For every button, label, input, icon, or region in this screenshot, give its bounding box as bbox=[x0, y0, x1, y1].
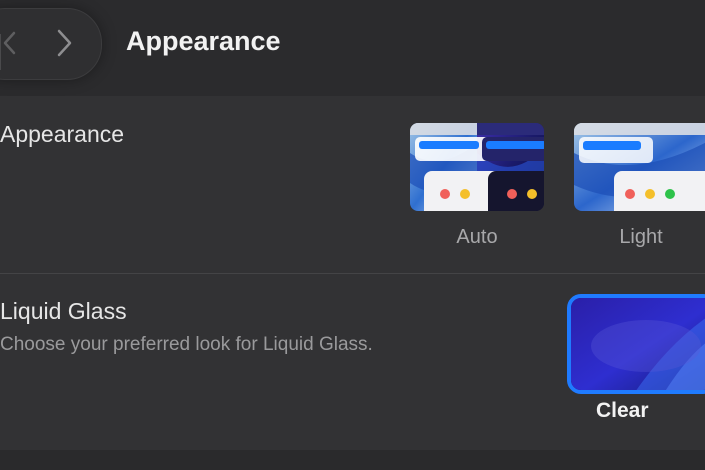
light-preview-image bbox=[574, 123, 705, 211]
bottom-area bbox=[0, 450, 705, 470]
appearance-option-auto[interactable] bbox=[410, 123, 544, 211]
toolbar: Appearance bbox=[0, 0, 705, 96]
appearance-option-light-label: Light bbox=[619, 226, 663, 248]
appearance-option-auto-label: Auto bbox=[456, 226, 498, 248]
liquid-glass-option-clear-label: Clear bbox=[596, 399, 649, 422]
auto-preview-image bbox=[410, 123, 544, 211]
appearance-option-light[interactable] bbox=[574, 123, 705, 211]
clear-preview-image bbox=[571, 298, 705, 390]
liquid-glass-option-clear[interactable] bbox=[567, 294, 705, 394]
chevron-left-icon bbox=[3, 31, 16, 55]
liquid-glass-title: Liquid Glass bbox=[0, 298, 127, 324]
chevron-right-icon bbox=[57, 29, 72, 57]
forward-button[interactable] bbox=[50, 26, 80, 60]
liquid-glass-description: Choose your preferred look for Liquid Gl… bbox=[0, 334, 373, 355]
back-button[interactable] bbox=[0, 28, 24, 58]
row-divider bbox=[0, 273, 705, 274]
appearance-label: Appearance bbox=[0, 121, 125, 147]
page-title: Appearance bbox=[126, 26, 281, 56]
